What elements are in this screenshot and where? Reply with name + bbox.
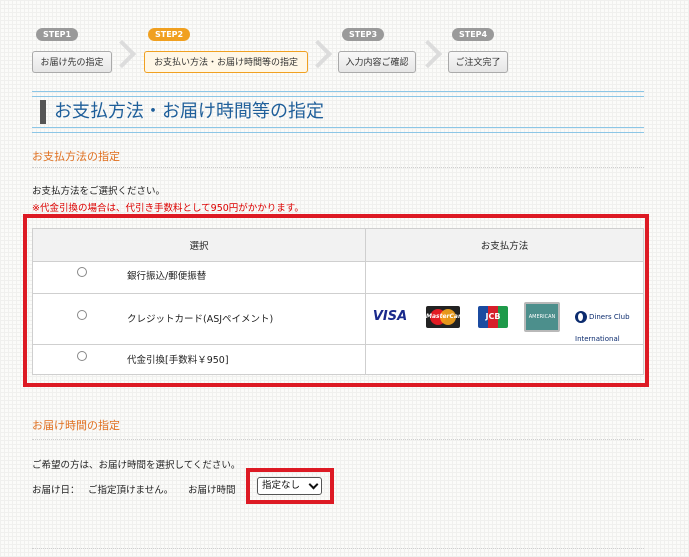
- jcb-logo: JCB: [478, 306, 508, 328]
- mastercard-logo: MasterCard: [426, 306, 460, 328]
- section-divider: [32, 439, 644, 440]
- header-select: 選択: [32, 228, 366, 262]
- title-rule-bottom: [32, 127, 644, 133]
- delivery-time-select[interactable]: 指定なし: [257, 477, 322, 495]
- step-1-tag: STEP1: [36, 28, 79, 41]
- option-bank-transfer-label: 銀行振込/郵便振替: [127, 271, 207, 282]
- chevron-down-icon: [308, 479, 319, 490]
- payment-row-bank: [32, 261, 644, 294]
- page-title: お支払方法・お届け時間等の指定: [54, 101, 324, 122]
- chevron-right-icon: [107, 39, 137, 69]
- step-3-label: 入力内容ご確認: [338, 51, 416, 73]
- delivery-date-value: ご指定頂けません。: [88, 485, 174, 496]
- step-3-tag: STEP3: [342, 28, 385, 41]
- cod-fee-warning: ※代金引換の場合は、代引き手数料として950円がかかります。: [32, 203, 304, 214]
- chevron-right-icon: [303, 39, 333, 69]
- payment-section-title: お支払方法の指定: [32, 150, 120, 163]
- step-2-label: お支払い方法・お届け時間等の指定: [144, 51, 308, 73]
- delivery-instruction: ご希望の方は、お届け時間を選択してください。: [32, 460, 241, 471]
- title-rule-top: [32, 91, 644, 97]
- delivery-time-selected-value: 指定なし: [262, 480, 301, 491]
- option-cod-label: 代金引換[手数料￥950]: [127, 355, 229, 366]
- delivery-section-title: お届け時間の指定: [32, 419, 120, 432]
- step-4-label: ご注文完了: [448, 51, 508, 73]
- payment-instruction: お支払方法をご選択ください。: [32, 186, 166, 197]
- delivery-date-label: お届け日：: [32, 485, 80, 496]
- section-divider: [32, 167, 644, 168]
- amex-logo: AMERICAN EXPRESS: [524, 302, 560, 346]
- chevron-right-icon: [413, 39, 443, 69]
- step-1-label: お届け先の指定: [32, 51, 112, 73]
- radio-bank-transfer[interactable]: [77, 267, 87, 277]
- title-bar: [40, 100, 46, 124]
- step-4-tag: STEP4: [452, 28, 495, 41]
- visa-logo: VISA: [372, 309, 408, 324]
- bottom-divider: [32, 548, 644, 549]
- radio-cash-on-delivery[interactable]: [77, 351, 87, 361]
- radio-credit-card[interactable]: [77, 310, 87, 320]
- option-credit-card-label: クレジットカード(ASJペイメント): [127, 314, 274, 325]
- step-2-tag: STEP2: [148, 28, 191, 41]
- delivery-time-label: お届け時間: [188, 485, 236, 496]
- diners-club-logo: Diners Club International: [575, 311, 630, 343]
- header-payment-method: お支払方法: [365, 228, 644, 262]
